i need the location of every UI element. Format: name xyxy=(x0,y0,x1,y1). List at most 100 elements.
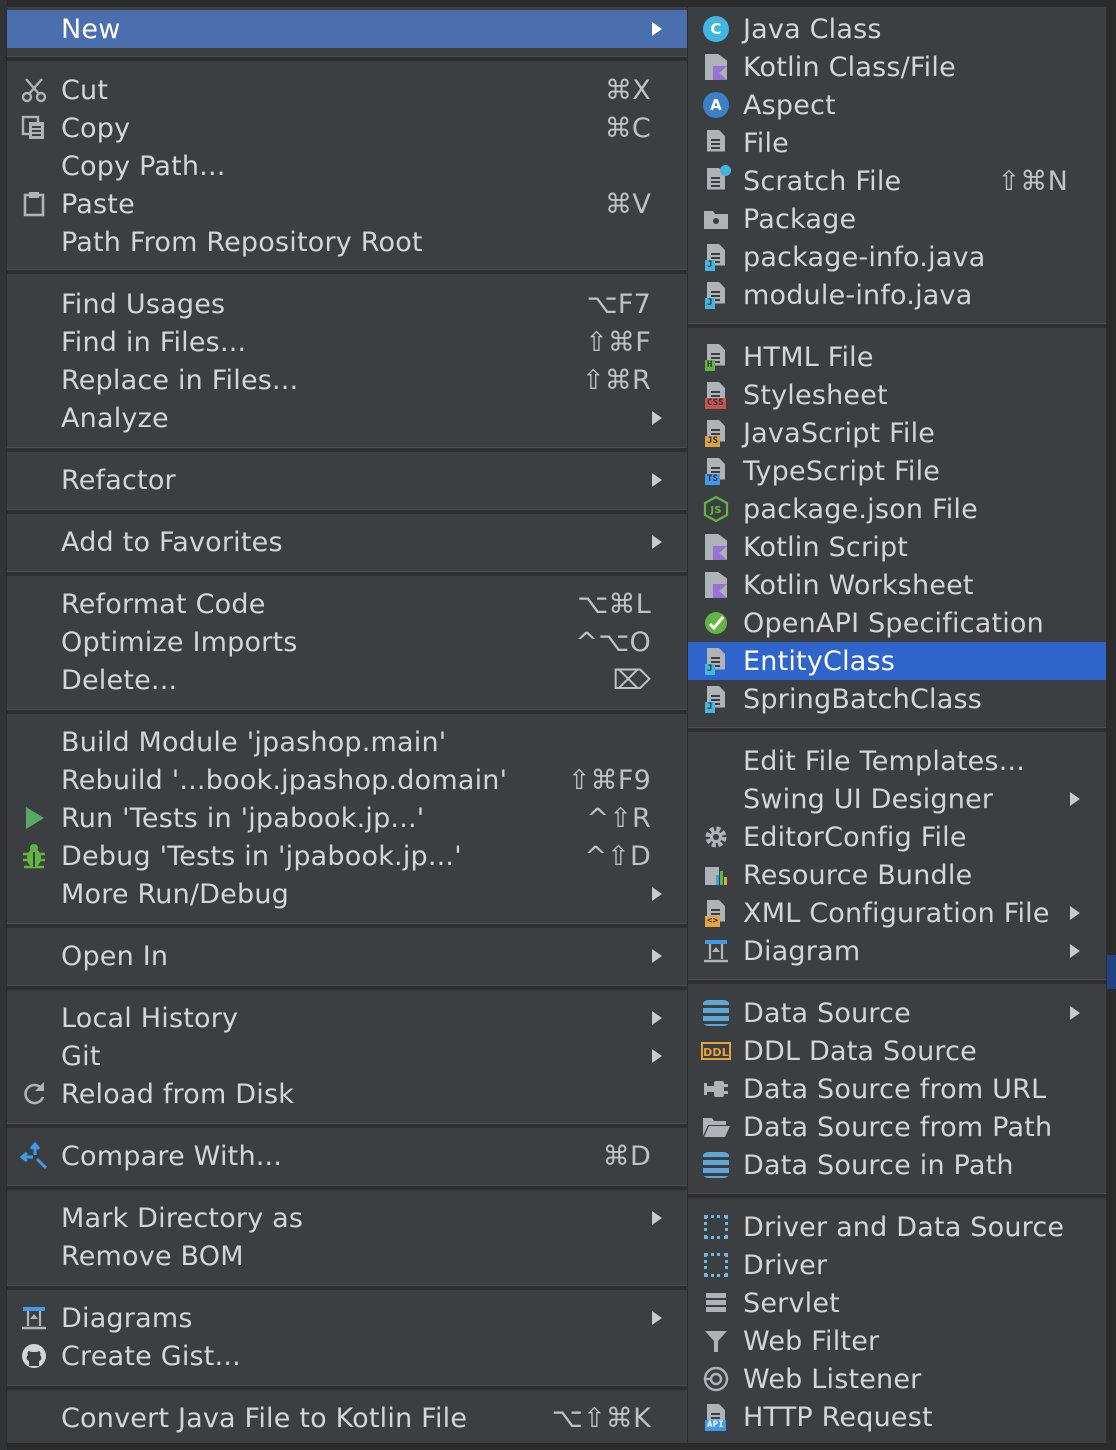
menu-item-diagrams[interactable]: Diagrams xyxy=(7,1299,688,1337)
submenu-item-java-class[interactable]: C Java Class xyxy=(688,10,1106,48)
menu-item-create-gist[interactable]: Create Gist... xyxy=(7,1337,688,1375)
submenu-item-file[interactable]: File xyxy=(688,124,1106,162)
submenu-item-swing-ui-designer[interactable]: Swing UI Designer xyxy=(688,780,1106,818)
menu-item-label: Delete... xyxy=(61,664,178,696)
submenu-arrow-icon xyxy=(652,22,662,36)
submenu-item-package[interactable]: Package xyxy=(688,200,1106,238)
menu-item-analyze[interactable]: Analyze xyxy=(7,399,688,437)
submenu-item-javascript-file[interactable]: JS JavaScript File xyxy=(688,414,1106,452)
submenu-item-http-request[interactable]: API HTTP Request xyxy=(688,1398,1106,1436)
submenu-item-entityclass[interactable]: J EntityClass xyxy=(688,642,1106,680)
menu-item-label: Aspect xyxy=(743,89,836,121)
submenu-item-kotlin-worksheet[interactable]: Kotlin Worksheet xyxy=(688,566,1106,604)
submenu-item-data-source-from-path[interactable]: Data Source from Path xyxy=(688,1108,1106,1146)
menu-item-refactor[interactable]: Refactor xyxy=(7,461,688,499)
submenu-item-stylesheet[interactable]: CSS Stylesheet xyxy=(688,376,1106,414)
submenu-item-web-filter[interactable]: Web Filter xyxy=(688,1322,1106,1360)
submenu-arrow-icon xyxy=(652,535,662,549)
menu-item-run-tests[interactable]: Run 'Tests in 'jpabook.jp...' ^⇧R xyxy=(7,799,688,837)
menu-item-shortcut: ⌘V xyxy=(605,188,651,220)
submenu-item-edit-file-templates[interactable]: Edit File Templates... xyxy=(688,742,1106,780)
submenu-item-kotlin-class-file[interactable]: Kotlin Class/File xyxy=(688,48,1106,86)
menu-item-mark-directory-as[interactable]: Mark Directory as xyxy=(7,1199,688,1237)
menu-item-label: Replace in Files... xyxy=(61,364,299,396)
menu-item-find-usages[interactable]: Find Usages ⌥F7 xyxy=(7,285,688,323)
submenu-item-data-source-from-url[interactable]: Data Source from URL xyxy=(688,1070,1106,1108)
menu-item-label: Open In xyxy=(61,940,169,972)
menu-item-copy-path[interactable]: Copy Path... xyxy=(7,147,688,185)
menu-item-label: Data Source from URL xyxy=(743,1073,1047,1105)
separator xyxy=(7,269,688,274)
menu-item-more-run-debug[interactable]: More Run/Debug xyxy=(7,875,688,913)
menu-item-compare-with[interactable]: Compare With... ⌘D xyxy=(7,1137,688,1175)
submenu-item-resource-bundle[interactable]: Resource Bundle xyxy=(688,856,1106,894)
menu-item-delete[interactable]: Delete... ⌦ xyxy=(7,661,688,699)
menu-item-label: Git xyxy=(61,1040,101,1072)
menu-item-reload-from-disk[interactable]: Reload from Disk xyxy=(7,1075,688,1113)
submenu-item-html-file[interactable]: H HTML File xyxy=(688,338,1106,376)
menu-item-git[interactable]: Git xyxy=(7,1037,688,1075)
menu-item-label: XML Configuration File xyxy=(743,897,1050,929)
menu-item-convert-java-to-kotlin[interactable]: Convert Java File to Kotlin File ⌥⇧⌘K xyxy=(7,1399,688,1437)
menu-item-paste[interactable]: Paste ⌘V xyxy=(7,185,688,223)
menu-item-cut[interactable]: Cut ⌘X xyxy=(7,71,688,109)
menu-item-label: Cut xyxy=(61,74,109,106)
submenu-item-package-json-file[interactable]: JS package.json File xyxy=(688,490,1106,528)
separator xyxy=(7,1385,688,1390)
menu-item-rebuild[interactable]: Rebuild '...book.jpashop.domain' ⇧⌘F9 xyxy=(7,761,688,799)
menu-item-label: New xyxy=(61,13,121,45)
menu-item-local-history[interactable]: Local History xyxy=(7,999,688,1037)
menu-item-path-from-repository-root[interactable]: Path From Repository Root xyxy=(7,223,688,261)
menu-item-copy[interactable]: Copy ⌘C xyxy=(7,109,688,147)
submenu-item-scratch-file[interactable]: Scratch File ⇧⌘N xyxy=(688,162,1106,200)
submenu-item-diagram[interactable]: Diagram xyxy=(688,932,1106,970)
separator xyxy=(7,1123,688,1128)
menu-item-label: HTML File xyxy=(743,341,874,373)
menu-item-shortcut: ⌘X xyxy=(605,74,651,106)
submenu-item-aspect[interactable]: A Aspect xyxy=(688,86,1106,124)
submenu-item-servlet[interactable]: Servlet xyxy=(688,1284,1106,1322)
menu-item-label: Compare With... xyxy=(61,1140,283,1172)
menu-item-replace-in-files[interactable]: Replace in Files... ⇧⌘R xyxy=(7,361,688,399)
submenu-item-data-source[interactable]: Data Source xyxy=(688,994,1106,1032)
menu-item-build-module[interactable]: Build Module 'jpashop.main' xyxy=(7,723,688,761)
submenu-item-ddl-data-source[interactable]: DDL DDL Data Source xyxy=(688,1032,1106,1070)
menu-item-label: Scratch File xyxy=(743,165,902,197)
menu-item-add-to-favorites[interactable]: Add to Favorites xyxy=(7,523,688,561)
menu-item-label: Web Listener xyxy=(743,1363,922,1395)
debug-bug-icon xyxy=(19,841,49,871)
submenu-item-kotlin-script[interactable]: Kotlin Script xyxy=(688,528,1106,566)
project-tree-edge xyxy=(0,0,7,1450)
menu-item-label: Stylesheet xyxy=(743,379,888,411)
menu-item-shortcut: ⌘C xyxy=(604,112,651,144)
submenu-item-editorconfig-file[interactable]: EditorConfig File xyxy=(688,818,1106,856)
svg-text:DDL: DDL xyxy=(703,1046,729,1059)
nodejs-icon: JS xyxy=(701,493,731,525)
servlet-icon xyxy=(701,1287,731,1319)
submenu-item-module-info-java[interactable]: J module-info.java xyxy=(688,276,1106,314)
submenu-item-web-listener[interactable]: Web Listener xyxy=(688,1360,1106,1398)
submenu-item-data-source-in-path[interactable]: Data Source in Path xyxy=(688,1146,1106,1184)
menu-item-label: Data Source xyxy=(743,997,911,1029)
menu-item-new[interactable]: New xyxy=(7,10,688,48)
menu-item-find-in-files[interactable]: Find in Files... ⇧⌘F xyxy=(7,323,688,361)
java-file-icon: J xyxy=(701,683,731,715)
submenu-item-openapi-specification[interactable]: OpenAPI Specification xyxy=(688,604,1106,642)
menu-item-label: Swing UI Designer xyxy=(743,783,994,815)
submenu-item-typescript-file[interactable]: TS TypeScript File xyxy=(688,452,1106,490)
menu-item-label: JavaScript File xyxy=(743,417,936,449)
menu-item-remove-bom[interactable]: Remove BOM xyxy=(7,1237,688,1275)
submenu-item-package-info-java[interactable]: J package-info.java xyxy=(688,238,1106,276)
submenu-item-driver[interactable]: Driver xyxy=(688,1246,1106,1284)
js-file-icon: JS xyxy=(701,417,731,449)
submenu-item-springbatchclass[interactable]: J SpringBatchClass xyxy=(688,680,1106,718)
menu-item-shortcut: ⌦ xyxy=(612,664,651,696)
menu-item-label: Path From Repository Root xyxy=(61,226,423,258)
menu-item-label: Java Class xyxy=(743,13,882,45)
menu-item-reformat-code[interactable]: Reformat Code ⌥⌘L xyxy=(7,585,688,623)
menu-item-open-in[interactable]: Open In xyxy=(7,937,688,975)
menu-item-debug-tests[interactable]: Debug 'Tests in 'jpabook.jp...' ^⇧D xyxy=(7,837,688,875)
submenu-item-xml-configuration-file[interactable]: <> XML Configuration File xyxy=(688,894,1106,932)
menu-item-optimize-imports[interactable]: Optimize Imports ^⌥O xyxy=(7,623,688,661)
submenu-item-driver-and-data-source[interactable]: Driver and Data Source xyxy=(688,1208,1106,1246)
